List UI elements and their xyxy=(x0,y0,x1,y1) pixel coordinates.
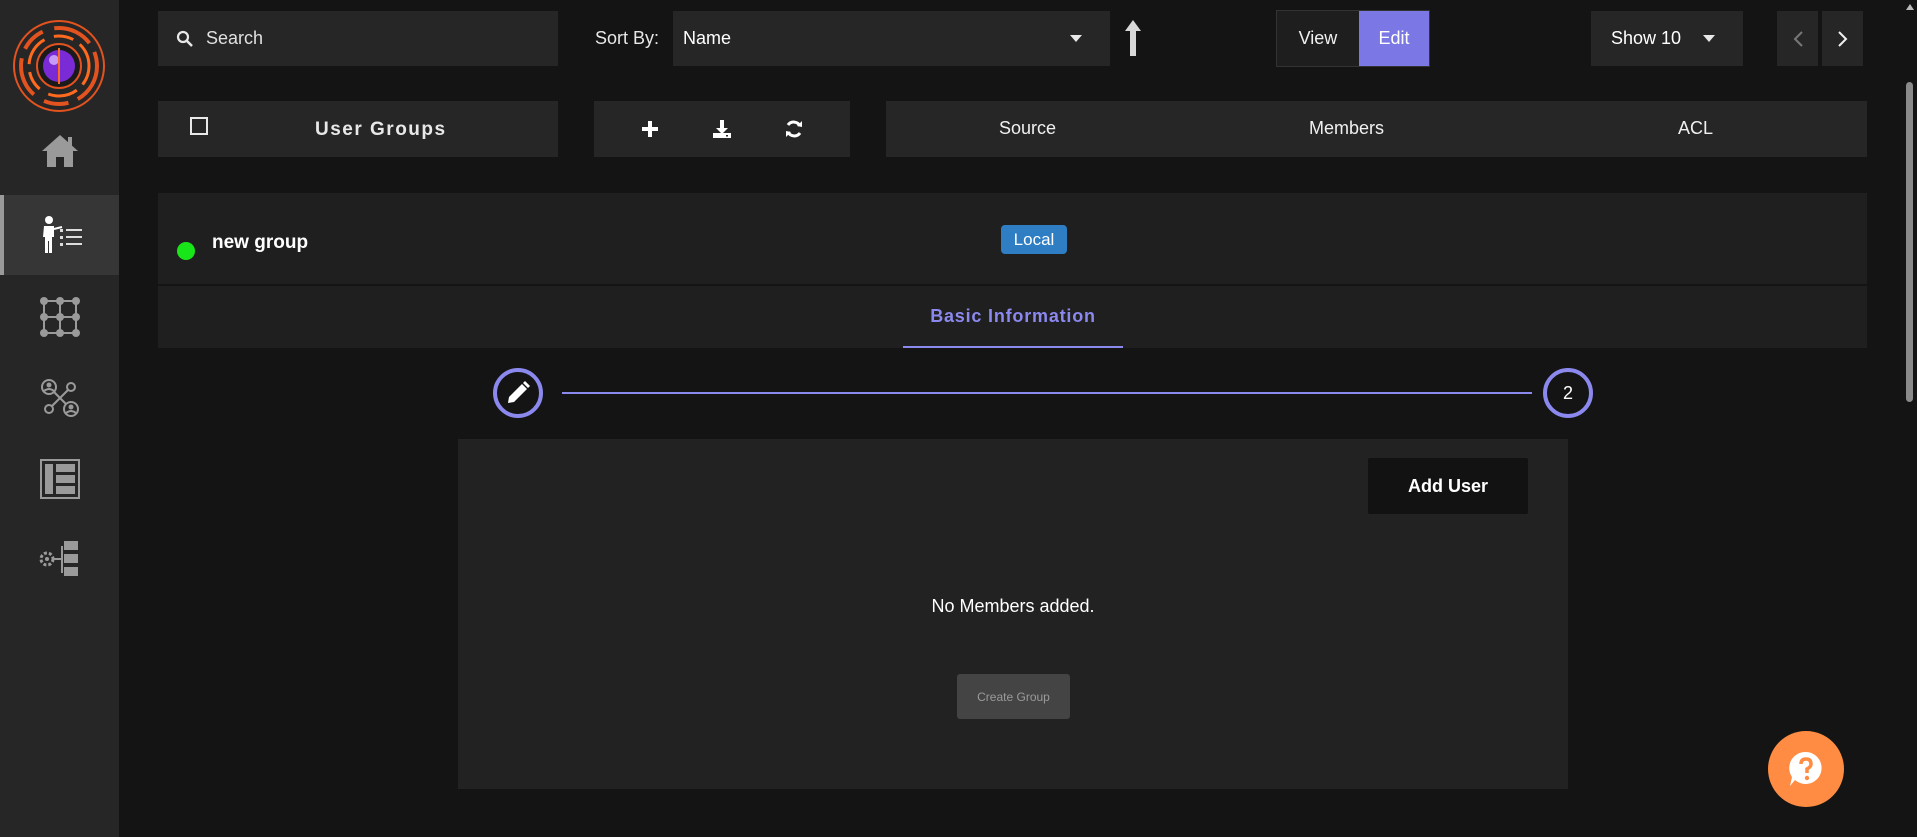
step-2[interactable]: 2 xyxy=(1543,368,1593,418)
search-icon xyxy=(176,30,193,47)
sidebar-item-home[interactable] xyxy=(0,111,119,191)
sort-select[interactable]: Name xyxy=(673,11,1110,66)
search-box[interactable] xyxy=(158,11,558,66)
group-name: new group xyxy=(212,232,309,253)
sort-label: Sort By: xyxy=(595,28,660,48)
page-title: User Groups xyxy=(315,119,447,140)
download-button[interactable] xyxy=(707,114,737,144)
step-2-number: 2 xyxy=(1562,382,1573,403)
chevron-right-icon xyxy=(1837,30,1847,47)
list-header: User Groups xyxy=(158,101,558,157)
help-button[interactable] xyxy=(1768,731,1844,807)
create-group-button[interactable]: Create Group xyxy=(957,674,1070,719)
select-all-checkbox[interactable] xyxy=(190,117,208,135)
column-headers: Source Members ACL xyxy=(886,101,1867,157)
source-badge: Local xyxy=(1001,225,1067,254)
download-icon xyxy=(713,120,731,138)
sidebar xyxy=(0,0,119,837)
tab-basic-information[interactable]: Basic Information xyxy=(903,286,1123,348)
empty-members-message: No Members added. xyxy=(931,596,1095,616)
prev-page-button[interactable] xyxy=(1777,11,1818,66)
user-network-icon xyxy=(40,379,79,417)
sidebar-item-network[interactable] xyxy=(0,277,119,357)
status-indicator xyxy=(177,242,195,260)
members-panel: Add User No Members added. Create Group xyxy=(458,439,1568,789)
arrow-up-icon xyxy=(1125,20,1141,56)
refresh-icon xyxy=(786,120,802,138)
group-row[interactable]: new group Local xyxy=(158,193,1867,284)
add-user-button[interactable]: Add User xyxy=(1368,458,1528,514)
chevron-down-icon xyxy=(1070,35,1082,42)
settings-tree-icon xyxy=(39,541,78,576)
edit-button[interactable]: Edit xyxy=(1358,11,1429,66)
list-panel-icon xyxy=(39,459,80,499)
detail-tabs: Basic Information xyxy=(158,286,1867,348)
pencil-icon xyxy=(508,381,530,403)
sidebar-item-list-view[interactable] xyxy=(0,439,119,519)
user-list-icon xyxy=(42,216,82,253)
sidebar-item-settings-tree[interactable] xyxy=(0,519,119,599)
page-size-value: Show 10 xyxy=(1611,28,1682,48)
chevron-down-icon xyxy=(1703,35,1715,42)
column-acl[interactable]: ACL xyxy=(1678,118,1713,139)
refresh-button[interactable] xyxy=(779,114,809,144)
add-group-button[interactable] xyxy=(635,114,665,144)
next-page-button[interactable] xyxy=(1822,11,1863,66)
column-members[interactable]: Members xyxy=(1309,118,1384,139)
home-icon xyxy=(41,135,78,167)
sort-direction-button[interactable] xyxy=(1122,18,1144,58)
view-edit-toggle: View Edit xyxy=(1276,10,1430,67)
grid-network-icon xyxy=(39,297,80,337)
page-size-select[interactable]: Show 10 xyxy=(1591,11,1743,66)
scrollbar[interactable] xyxy=(1906,82,1913,402)
stepper-line xyxy=(562,392,1532,394)
column-source[interactable]: Source xyxy=(999,118,1056,139)
help-chat-icon xyxy=(1789,751,1822,786)
view-button[interactable]: View xyxy=(1277,11,1359,66)
sort-select-value: Name xyxy=(683,28,732,48)
header-actions xyxy=(594,101,850,157)
plus-icon xyxy=(642,121,658,137)
chevron-left-icon xyxy=(1793,30,1803,47)
sidebar-item-user-groups[interactable] xyxy=(0,195,119,275)
sidebar-item-user-network[interactable] xyxy=(0,358,119,438)
step-1-edit[interactable] xyxy=(493,368,543,418)
app-logo[interactable] xyxy=(11,18,107,114)
scroll-up-arrow[interactable] xyxy=(1906,4,1914,10)
search-input[interactable] xyxy=(206,28,526,49)
